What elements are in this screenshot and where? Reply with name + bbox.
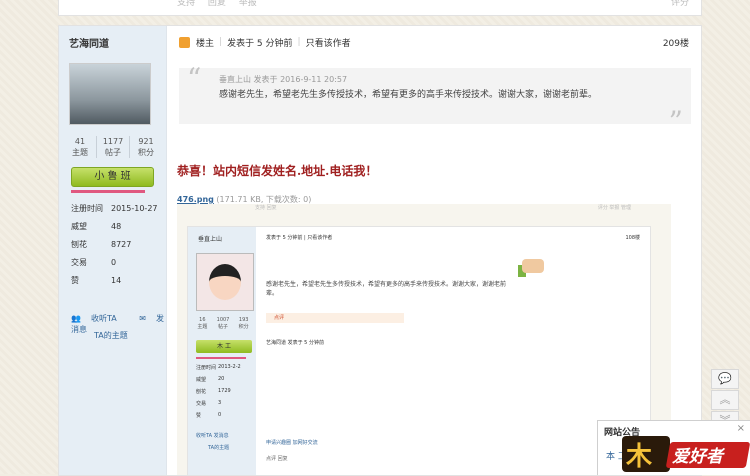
close-quote-icon: ” — [668, 105, 683, 138]
post-time: 发表于 5 分钟前 — [227, 38, 293, 49]
shot-links: 收听TA 发消息 — [196, 433, 229, 439]
shot-footer-link: 申请兴趣圈 加网好交流 — [266, 440, 318, 446]
shot-post: 垂直上山 16 主题 1007 帖子 193 积分 木 工 注册时间 2013-2-2 … — [187, 226, 651, 475]
logo-text: 爱好者 — [672, 447, 723, 467]
report-link[interactable]: 举报 — [239, 0, 257, 8]
close-icon[interactable]: × — [737, 423, 745, 434]
author-topics-link[interactable]: TA的主题 — [94, 330, 128, 341]
open-quote-icon: “ — [187, 62, 202, 95]
thread-starter-label: 楼主 — [196, 38, 215, 49]
shot-prev-right: 评分 举报 管理 — [597, 205, 631, 211]
author-stats: 41 主题 1177 帖子 921 积分 — [64, 136, 162, 158]
floor-number[interactable]: 209楼 — [663, 36, 689, 49]
shot-info: 注册时间 2013-2-2 威望 20 刨花 1729 交易 3 赞0 — [196, 364, 241, 419]
only-author-link[interactable]: 只看该作者 — [306, 36, 351, 49]
rank-progress-bar — [71, 190, 145, 193]
listen-icon: 👥 — [71, 314, 81, 323]
rate-link[interactable]: 评分 — [671, 0, 689, 8]
stat-points[interactable]: 921 积分 — [129, 136, 162, 158]
site-logo[interactable]: 木 爱好者 — [622, 434, 750, 474]
shot-avatar-face — [209, 264, 241, 300]
author-info: 注册时间 2015-10-27 威望 48 刨花 8727 交易 0 赞 14 — [71, 204, 158, 285]
feedback-button[interactable]: 💬 — [711, 369, 739, 389]
author-name[interactable]: 艺海同道 — [69, 35, 166, 50]
thread-starter-icon — [179, 36, 190, 48]
feedback-icon: 💬 — [718, 372, 732, 385]
support-link[interactable]: 支持 — [177, 0, 195, 8]
author-panel: 艺海同道 41 主题 1177 帖子 921 积分 小 鲁 班 注册时间 2015-10… — [59, 26, 167, 475]
previous-post-actions: 支持 回复 举报 — [177, 0, 267, 8]
shot-topics: TA的主题 — [208, 445, 230, 451]
shot-user-line: 艺海同道 发表于 5 分钟前 — [266, 340, 324, 346]
logo-char: 木 — [626, 442, 653, 472]
congrats-message: 恭喜！站内短信发姓名.地址.电话我！ — [177, 164, 378, 178]
message-icon: ✉ — [139, 314, 146, 323]
rank-badge: 小 鲁 班 — [71, 167, 154, 187]
shot-header: 发表于 5 分钟前 | 只看该作者 108楼 — [266, 235, 640, 241]
thumbs-up-icon — [518, 251, 548, 281]
shot-prev-actions: 支持 回复 — [255, 205, 277, 211]
reply-link[interactable]: 回复 — [208, 0, 226, 8]
quote-meta: 垂直上山 发表于 2016-9-11 20:57 — [219, 75, 348, 84]
back-to-top-button[interactable]: ︽ — [711, 390, 739, 410]
attachment-link[interactable]: 476.png — [177, 195, 214, 204]
previous-post-footer: 支持 回复 举报 评分 — [58, 0, 702, 16]
post-header: 楼主 | 发表于 5 分钟前 | 只看该作者 209楼 — [179, 34, 689, 50]
shot-footer-actions: 点评 回复 — [266, 456, 288, 462]
shot-author-panel: 垂直上山 16 主题 1007 帖子 193 积分 木 工 注册时间 2013-2-2 … — [188, 227, 256, 475]
shot-rank-bar — [196, 357, 246, 359]
attachment-meta: (171.71 KB, 下载次数: 0) — [213, 195, 312, 204]
up-arrow-icon: ︽ — [719, 393, 731, 406]
quote-text: 感谢老先生，希望老先生多传授技术，希望有更多的高手来传授技术。谢谢大家，谢谢老前… — [219, 90, 598, 100]
shot-author-name: 垂直上山 — [198, 236, 223, 243]
shot-avatar — [196, 253, 254, 311]
stat-posts[interactable]: 1177 帖子 — [96, 136, 129, 158]
shot-rank-badge: 木 工 — [196, 340, 252, 353]
shot-text: 感谢老先生，希望老先生多传授技术，希望有更多的高手来传授技术。谢谢大家，谢谢老前… — [266, 281, 507, 297]
quote-block: “ 垂直上山 发表于 2016-9-11 20:57 感谢老先生，希望老先生多传… — [179, 62, 691, 138]
avatar[interactable] — [69, 63, 151, 125]
stat-topics[interactable]: 41 主题 — [64, 136, 96, 158]
shot-stats: 16 主题 1007 帖子 193 积分 — [197, 317, 249, 330]
listen-link[interactable]: 👥 收听TA — [71, 314, 127, 323]
forum-post: 艺海同道 41 主题 1177 帖子 921 积分 小 鲁 班 注册时间 2015-10… — [58, 25, 702, 476]
shot-comment-bar: 点评 — [266, 313, 404, 323]
